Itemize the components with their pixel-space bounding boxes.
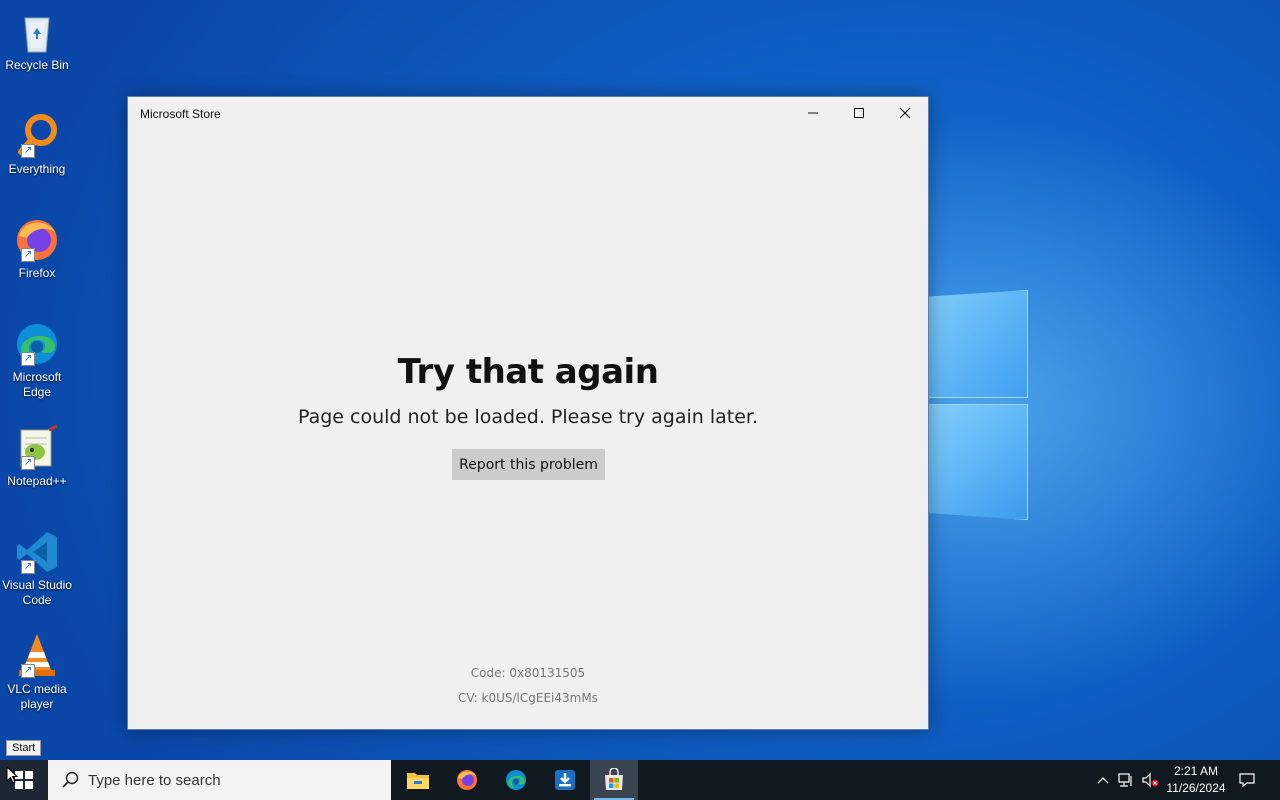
close-icon bbox=[899, 107, 911, 119]
action-center-button[interactable] bbox=[1232, 760, 1262, 800]
report-problem-button[interactable]: Report this problem bbox=[452, 449, 605, 480]
taskbar-edge[interactable] bbox=[492, 760, 540, 800]
everything-search-icon: ↗ bbox=[13, 112, 61, 160]
vlc-icon: ↗ bbox=[13, 632, 61, 680]
shortcut-arrow-icon: ↗ bbox=[21, 248, 35, 262]
file-explorer-icon bbox=[407, 773, 429, 789]
minimize-button[interactable] bbox=[790, 97, 836, 129]
shortcut-arrow-icon: ↗ bbox=[21, 456, 35, 470]
window-title: Microsoft Store bbox=[140, 107, 221, 121]
taskbar-clock[interactable]: 2:21 AM 11/26/2024 bbox=[1160, 763, 1232, 797]
taskbar-downloader[interactable] bbox=[541, 760, 589, 800]
error-title: Try that again bbox=[397, 352, 659, 392]
desktop: Recycle Bin ↗ Everything ↗ Firefox ↗ Mic… bbox=[0, 0, 1280, 760]
notepad-plus-plus-icon: ↗ bbox=[13, 424, 61, 472]
firefox-icon: ↗ bbox=[13, 216, 61, 264]
error-code: Code: 0x80131505 bbox=[470, 666, 586, 680]
desktop-icon-notepadpp[interactable]: ↗ Notepad++ bbox=[2, 424, 72, 489]
desktop-icon-edge[interactable]: ↗ Microsoft Edge bbox=[2, 320, 72, 400]
recycle-bin-icon bbox=[13, 8, 61, 56]
microsoft-store-window: Microsoft Store Try that again Page coul… bbox=[127, 96, 929, 730]
shortcut-arrow-icon: ↗ bbox=[21, 144, 35, 158]
start-tooltip: Start bbox=[6, 740, 42, 756]
taskbar-firefox[interactable] bbox=[443, 760, 491, 800]
close-button[interactable] bbox=[882, 97, 928, 129]
error-message: Page could not be loaded. Please try aga… bbox=[297, 406, 759, 428]
edge-icon bbox=[506, 770, 526, 790]
firefox-icon bbox=[457, 770, 477, 790]
desktop-icon-label: Firefox bbox=[18, 266, 56, 280]
shortcut-arrow-icon: ↗ bbox=[21, 560, 35, 574]
taskbar-search-box[interactable]: Type here to search bbox=[48, 760, 391, 800]
vscode-icon: ↗ bbox=[13, 528, 61, 576]
shortcut-arrow-icon: ↗ bbox=[21, 664, 35, 678]
taskbar-file-explorer[interactable] bbox=[394, 760, 442, 800]
title-bar[interactable]: Microsoft Store bbox=[128, 97, 928, 131]
maximize-icon bbox=[854, 108, 864, 118]
volume-muted-icon bbox=[1142, 772, 1159, 788]
network-icon bbox=[1118, 773, 1132, 787]
network-status-button[interactable] bbox=[1114, 760, 1138, 800]
maximize-button[interactable] bbox=[836, 97, 882, 129]
chevron-up-icon bbox=[1097, 777, 1109, 784]
minimize-icon bbox=[808, 112, 818, 114]
taskbar: Type here to search 2:21 AM 11/26/2024 bbox=[0, 760, 1280, 800]
download-app-icon bbox=[555, 770, 575, 790]
desktop-icon-label: Visual Studio Code bbox=[2, 578, 72, 607]
shortcut-arrow-icon: ↗ bbox=[21, 352, 35, 366]
microsoft-store-icon bbox=[605, 768, 623, 790]
volume-button[interactable] bbox=[1138, 760, 1162, 800]
clock-date: 11/26/2024 bbox=[1166, 781, 1226, 795]
desktop-icon-firefox[interactable]: ↗ Firefox bbox=[2, 216, 72, 281]
edge-icon: ↗ bbox=[13, 320, 61, 368]
mouse-cursor-icon bbox=[6, 766, 18, 784]
taskbar-microsoft-store[interactable] bbox=[590, 760, 638, 800]
desktop-icon-label: Everything bbox=[8, 162, 66, 176]
windows-logo-pane bbox=[928, 290, 1028, 398]
notification-icon bbox=[1239, 773, 1255, 788]
windows-logo-pane bbox=[928, 404, 1028, 520]
desktop-icon-label: VLC media player bbox=[7, 682, 67, 711]
clock-time: 2:21 AM bbox=[1173, 764, 1219, 778]
search-placeholder: Type here to search bbox=[88, 771, 221, 789]
desktop-icon-label: Notepad++ bbox=[7, 474, 67, 488]
search-icon bbox=[62, 771, 79, 788]
desktop-icon-everything[interactable]: ↗ Everything bbox=[2, 112, 72, 177]
desktop-icon-vlc[interactable]: ↗ VLC media player bbox=[2, 632, 72, 712]
correlation-vector: CV: k0US/lCgEEi43mMs bbox=[458, 691, 598, 705]
show-hidden-icons-button[interactable] bbox=[1092, 760, 1114, 800]
desktop-icon-vscode[interactable]: ↗ Visual Studio Code bbox=[2, 528, 72, 608]
desktop-icon-recycle-bin[interactable]: Recycle Bin bbox=[2, 8, 72, 73]
desktop-icon-label: Microsoft Edge bbox=[12, 370, 62, 399]
desktop-icon-label: Recycle Bin bbox=[5, 58, 69, 72]
